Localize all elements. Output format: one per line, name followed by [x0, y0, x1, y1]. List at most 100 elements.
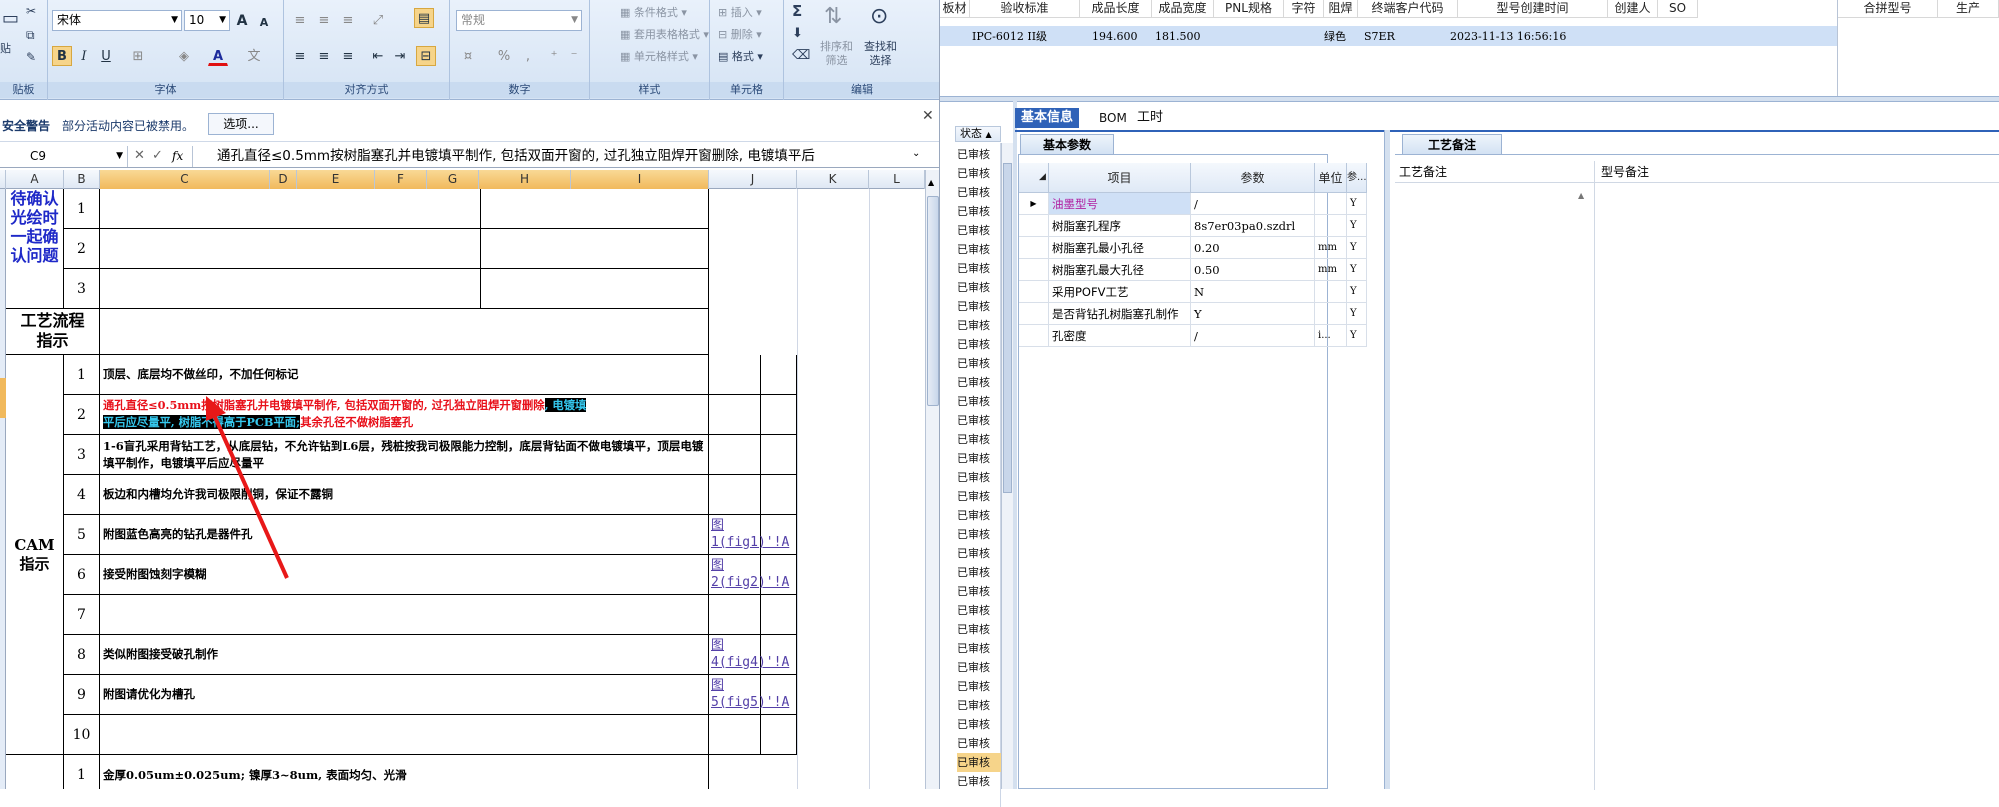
status-item[interactable]: 已审核	[957, 335, 1001, 354]
formula-input[interactable]: 通孔直径≤0.5mm按树脂塞孔并电镀填平制作, 包括双面开窗的, 过孔独立阻焊开…	[192, 146, 904, 167]
param-value[interactable]: 0.20	[1191, 237, 1315, 259]
column-header[interactable]: C	[100, 170, 270, 189]
sort-filter-label[interactable]: 排序和 筛选	[820, 40, 853, 68]
cancel-icon[interactable]: ✕	[134, 148, 145, 163]
number-format-select[interactable]: 常规 ▼	[456, 10, 582, 31]
param-header-item[interactable]: 项目	[1049, 163, 1191, 193]
param-value[interactable]: N	[1191, 281, 1315, 303]
status-item[interactable]: 已审核	[957, 506, 1001, 525]
status-item[interactable]: 已审核	[957, 658, 1001, 677]
status-item[interactable]: 已审核	[957, 183, 1001, 202]
vertical-scrollbar[interactable]: ▲	[925, 170, 939, 789]
status-scrollbar[interactable]	[1001, 143, 1013, 789]
status-item[interactable]: 已审核	[957, 316, 1001, 335]
status-item[interactable]: 已审核	[957, 278, 1001, 297]
param-header-value[interactable]: 参数	[1191, 163, 1315, 193]
autosum-button[interactable]: Σ	[792, 2, 802, 20]
status-item[interactable]: 已审核	[957, 544, 1001, 563]
align-top-icon[interactable]: ≡	[290, 10, 310, 30]
column-header[interactable]: L	[869, 170, 925, 189]
merged-model-header[interactable]: 合拼型号	[1838, 0, 1938, 18]
wrap-text-icon[interactable]: ▤	[414, 8, 434, 28]
worksheet-grid[interactable]: 待确认光绘时一起确认问题 1 2 3 工艺流程指示 CAM指示 1 顶层、底层均不…	[0, 189, 925, 789]
param-value[interactable]: 8s7er03pa0.szdrl	[1191, 215, 1315, 237]
column-header[interactable]: 创建人	[1608, 0, 1658, 18]
underline-button[interactable]: U	[96, 46, 116, 66]
align-left-icon[interactable]: ≡	[290, 46, 310, 66]
status-item[interactable]: 已审核	[957, 715, 1001, 734]
insert-function-button[interactable]: fx	[172, 149, 183, 163]
param-row[interactable]: 树脂塞孔程序 8s7er03pa0.szdrl Y	[1019, 215, 1367, 237]
status-item[interactable]: 已审核	[957, 639, 1001, 658]
status-item[interactable]: 已审核	[957, 525, 1001, 544]
param-row[interactable]: 采用POFV工艺 N Y	[1019, 281, 1367, 303]
column-header[interactable]: 板材	[940, 0, 970, 18]
status-item[interactable]: 已审核	[957, 734, 1001, 753]
model-notes-textarea[interactable]	[1595, 183, 1999, 790]
font-size-select[interactable]: 10 ▼	[184, 10, 230, 31]
scrollbar-thumb[interactable]	[927, 196, 939, 406]
font-name-select[interactable]: 宋体 ▼	[52, 10, 182, 31]
insert-button[interactable]: ⊞ 插入 ▾	[718, 4, 762, 20]
security-options-button[interactable]: 选项...	[208, 113, 274, 135]
orientation-icon[interactable]: ⤢	[368, 10, 388, 30]
status-item[interactable]: 已审核	[957, 620, 1001, 639]
param-value[interactable]: Y	[1191, 303, 1315, 325]
column-header[interactable]: 验收标准	[970, 0, 1080, 18]
status-item[interactable]: 已审核	[957, 411, 1001, 430]
status-item[interactable]: 已审核	[957, 449, 1001, 468]
column-header[interactable]: 型号创建时间	[1458, 0, 1608, 18]
status-item[interactable]: 已审核	[957, 221, 1001, 240]
conditional-format-button[interactable]: ▦ 条件格式 ▾	[620, 4, 687, 20]
find-select-label[interactable]: 查找和 选择	[864, 40, 897, 68]
grow-font-button[interactable]: A	[232, 10, 252, 30]
status-item[interactable]: 已审核	[957, 563, 1001, 582]
clear-icon[interactable]: ⌫	[792, 48, 810, 63]
align-bottom-icon[interactable]: ≡	[338, 10, 358, 30]
paste-icon[interactable]: ▭	[2, 8, 19, 29]
status-item[interactable]: 已审核	[957, 240, 1001, 259]
param-value[interactable]: /	[1191, 325, 1315, 347]
italic-button[interactable]: I	[74, 46, 94, 66]
fill-color-icon[interactable]: ◈	[174, 46, 194, 66]
border-icon[interactable]: ⊞	[128, 46, 148, 66]
percent-button[interactable]: %	[494, 46, 514, 66]
status-item[interactable]: 已审核	[957, 354, 1001, 373]
paste-label[interactable]: 贴	[0, 40, 11, 56]
column-header[interactable]: SO	[1658, 0, 1698, 18]
column-header[interactable]: 字符	[1284, 0, 1324, 18]
column-header[interactable]: 成品宽度	[1152, 0, 1214, 18]
status-item[interactable]: 已审核	[957, 582, 1001, 601]
cell-style-button[interactable]: ▦ 单元格样式 ▾	[620, 48, 698, 64]
status-item[interactable]: 已审核	[957, 202, 1001, 221]
expand-formula-icon[interactable]: ⌄	[912, 148, 920, 159]
column-header[interactable]: PNL规格	[1214, 0, 1284, 18]
sort-filter-icon[interactable]: ⇅	[824, 4, 842, 29]
splitter-vertical[interactable]	[1384, 130, 1390, 789]
bold-button[interactable]: B	[52, 46, 72, 66]
delete-button[interactable]: ⊟ 删除 ▾	[718, 26, 762, 42]
column-header[interactable]: J	[709, 170, 797, 189]
column-header[interactable]: G	[427, 170, 479, 189]
copy-icon[interactable]: ⧉	[26, 28, 35, 43]
increase-decimal-icon[interactable]: ⁺	[544, 46, 564, 66]
status-item[interactable]: 已审核	[957, 601, 1001, 620]
param-row[interactable]: 树脂塞孔最小孔径 0.20 mm Y	[1019, 237, 1367, 259]
status-item[interactable]: 已审核	[957, 487, 1001, 506]
column-header[interactable]: K	[797, 170, 869, 189]
param-row[interactable]: ▶ 油墨型号 / Y	[1019, 193, 1367, 215]
status-item[interactable]: 已审核	[957, 772, 1001, 791]
align-center-icon[interactable]: ≡	[314, 46, 334, 66]
splitter-vertical[interactable]	[1013, 100, 1017, 789]
align-middle-icon[interactable]: ≡	[314, 10, 334, 30]
status-column-header[interactable]: 状态 ▲	[955, 126, 1001, 142]
find-binoculars-icon[interactable]: ⊙	[870, 4, 888, 29]
close-icon[interactable]: ✕	[922, 108, 934, 124]
table-format-button[interactable]: ▦ 套用表格格式 ▾	[620, 26, 709, 42]
column-header[interactable]: D	[270, 170, 297, 189]
column-header[interactable]: F	[375, 170, 427, 189]
increase-indent-icon[interactable]: ⇥	[390, 46, 410, 66]
cut-icon[interactable]: ✂	[26, 4, 36, 18]
fill-icon[interactable]: ⬇	[792, 26, 803, 41]
tab-process-notes[interactable]: 工艺备注	[1402, 134, 1502, 154]
